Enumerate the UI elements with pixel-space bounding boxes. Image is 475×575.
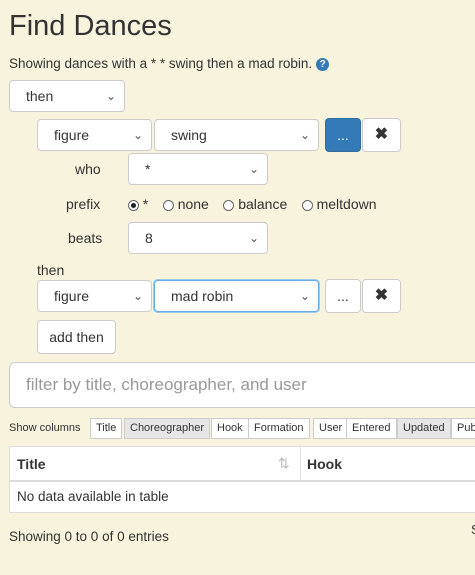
prefix-option-label: none [177, 196, 209, 212]
chevron-down-icon: ⌄ [132, 128, 143, 142]
filter-input[interactable]: filter by title, choreographer, and user [9, 362, 475, 408]
subtitle-text: Showing dances with a * * swing then a m… [9, 56, 313, 71]
chevron-down-icon: ⌄ [299, 128, 310, 142]
column-header-hook[interactable]: Hook [307, 456, 342, 472]
help-icon[interactable]: ? [316, 58, 330, 71]
prefix-option-label: balance [238, 196, 288, 212]
clause2-figure-select[interactable]: mad robin ⌄ [154, 280, 319, 312]
add-then-button[interactable]: add then [37, 320, 116, 354]
operator-select[interactable]: then ⌄ [9, 80, 125, 112]
results-table: Title ⇅ Hook No data available in table [9, 446, 475, 513]
clause2-kind-value: figure [54, 288, 90, 304]
column-toggle-user[interactable]: User [313, 418, 349, 439]
table-header: Title ⇅ Hook [10, 447, 475, 482]
close-icon: ✖ [374, 287, 389, 304]
chevron-down-icon: ⌄ [248, 231, 259, 245]
chevron-down-icon: ⌄ [299, 289, 310, 303]
prefix-option-meltdown[interactable]: meltdown [301, 196, 377, 212]
prefix-label: prefix [66, 196, 101, 212]
chevron-down-icon: ⌄ [132, 289, 143, 303]
clause1-figure-value: swing [171, 127, 207, 143]
prefix-option-balance[interactable]: balance [223, 196, 287, 212]
prefix-option-star[interactable]: * [128, 196, 148, 212]
beats-select[interactable]: 8 ⌄ [128, 222, 268, 254]
clause2-more-button[interactable]: ... [325, 279, 361, 313]
clause1-kind-value: figure [54, 127, 90, 143]
beats-select-value: 8 [145, 230, 153, 246]
column-toggle-title[interactable]: Title [90, 418, 123, 439]
column-toggle-pub[interactable]: Pub [451, 418, 475, 439]
clause2-figure-value: mad robin [171, 288, 234, 304]
column-toggle-choreographer[interactable]: Choreographer [124, 418, 210, 439]
clause2-kind-select[interactable]: figure ⌄ [37, 280, 152, 312]
sort-icon[interactable]: ⇅ [278, 455, 290, 472]
table-empty-row: No data available in table [17, 489, 169, 504]
prefix-option-none[interactable]: none [162, 196, 209, 212]
who-label: who [75, 161, 101, 177]
clause1-more-button[interactable]: ... [325, 118, 361, 152]
who-select-value: * [145, 161, 151, 177]
chevron-down-icon: ⌄ [105, 89, 116, 103]
radio-icon[interactable] [223, 200, 235, 211]
column-toggle-updated[interactable]: Updated [397, 418, 451, 439]
column-divider [300, 447, 301, 480]
prefix-option-label: meltdown [316, 196, 377, 212]
radio-selected-icon[interactable] [128, 200, 139, 211]
close-icon: ✖ [374, 126, 389, 143]
prefix-option-label: * [142, 196, 149, 212]
operator-select-value: then [26, 88, 54, 104]
page-subtitle: Showing dances with a * * swing then a m… [9, 56, 330, 71]
clause2-remove-button[interactable]: ✖ [362, 279, 401, 313]
page-title: Find Dances [9, 10, 172, 42]
who-select[interactable]: * ⌄ [128, 153, 268, 185]
radio-icon[interactable] [162, 200, 174, 211]
column-header-title[interactable]: Title [17, 456, 46, 472]
clause1-kind-select[interactable]: figure ⌄ [37, 119, 152, 151]
beats-label: beats [68, 230, 103, 246]
clause1-remove-button[interactable]: ✖ [362, 118, 401, 152]
search-fragment: S [471, 522, 475, 537]
chevron-down-icon: ⌄ [248, 162, 259, 176]
column-toggle-entered[interactable]: Entered [346, 418, 397, 439]
entries-info: Showing 0 to 0 of 0 entries [9, 529, 169, 544]
column-toggle-hook[interactable]: Hook [211, 418, 249, 439]
column-toggle-formation[interactable]: Formation [248, 418, 310, 439]
clause1-figure-select[interactable]: swing ⌄ [154, 119, 319, 151]
prefix-radio-group: * none balance meltdown [128, 196, 387, 214]
show-columns-label: Show columns [9, 422, 81, 434]
radio-icon[interactable] [301, 200, 313, 211]
then-label: then [37, 262, 65, 278]
